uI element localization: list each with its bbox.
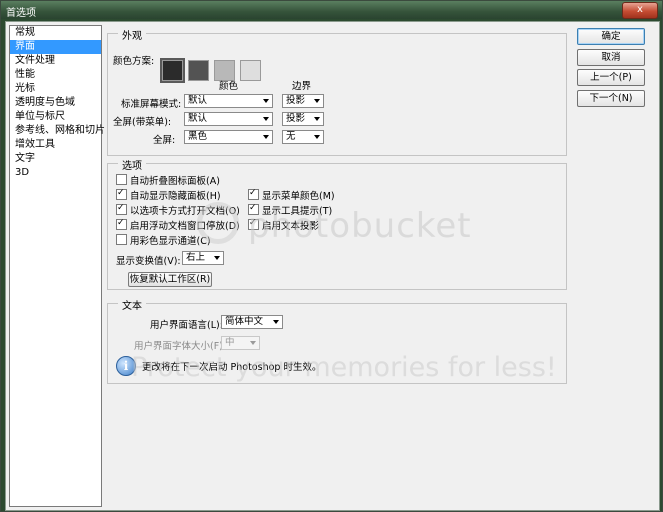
ui-font-size-select[interactable]: 中 (221, 336, 260, 350)
appearance-legend: 外观 (118, 27, 146, 42)
color-channels-checkbox[interactable]: 用彩色显示通道(C) (116, 234, 211, 247)
dropdown-arrow-icon (314, 117, 320, 121)
sidebar-item[interactable]: 透明度与色域 (10, 96, 101, 110)
transform-values-label: 显示变换值(V): (116, 256, 181, 267)
show-menu-colors-checkbox[interactable]: 显示菜单颜色(M) (248, 187, 335, 202)
fullscreen-color-select[interactable]: 黑色 (184, 130, 273, 144)
ui-language-select[interactable]: 简体中文 (221, 315, 283, 329)
checkbox-box[interactable] (116, 217, 127, 230)
close-button[interactable]: x (622, 2, 658, 19)
select-value: 投影 (286, 113, 306, 124)
sidebar-item[interactable]: 文件处理 (10, 54, 101, 68)
dropdown-arrow-icon (314, 99, 320, 103)
appearance-group: 外观 颜色方案: 颜色 边界 标准屏幕模式: 默认 投影 全屏(带菜单): 默认… (107, 27, 567, 156)
sidebar-item[interactable]: 增效工具 (10, 138, 101, 152)
dropdown-arrow-icon (263, 117, 269, 121)
ui-font-size-label: 用户界面字体大小(F): (134, 341, 227, 352)
select-value: 中 (225, 337, 235, 348)
border-column-header: 边界 (292, 81, 312, 92)
dropdown-arrow-icon (314, 135, 320, 139)
fullscreen-menu-border-select[interactable]: 投影 (282, 112, 324, 126)
title-bar: 首选项 x (1, 1, 662, 19)
dropdown-arrow-icon (263, 99, 269, 103)
sidebar-item[interactable]: 文字 (10, 152, 101, 166)
checkbox-box[interactable] (116, 202, 127, 215)
sidebar-item[interactable]: 界面 (10, 40, 101, 54)
auto-collapse-checkbox[interactable]: 自动折叠图标面板(A) (116, 174, 220, 187)
checkbox-box[interactable] (248, 187, 259, 200)
color-swatch-4[interactable] (240, 60, 261, 81)
sidebar-item[interactable]: 单位与标尺 (10, 110, 101, 124)
dropdown-arrow-icon (273, 320, 279, 324)
checkbox-label: 自动显示隐藏面板(H) (130, 191, 221, 202)
preferences-window: 首选项 x 常规 界面 文件处理 性能 光标 透明度与色域 单位与标尺 参考线、网格和切片 增效… (0, 0, 663, 512)
watermark-logo-icon (197, 202, 239, 244)
standard-screen-border-select[interactable]: 投影 (282, 94, 324, 108)
ok-button[interactable]: 确定 (577, 28, 645, 45)
fullscreen-menu-label: 全屏(带菜单): (113, 117, 172, 128)
color-swatch-1[interactable] (160, 58, 185, 83)
ui-language-label: 用户界面语言(L): (150, 320, 223, 331)
options-legend: 选项 (118, 157, 146, 172)
color-swatch-2[interactable] (188, 60, 209, 81)
prev-button[interactable]: 上一个(P) (577, 69, 645, 86)
select-value: 简体中文 (225, 316, 264, 327)
select-value: 投影 (286, 95, 306, 106)
window-title: 首选项 (6, 8, 36, 19)
checkbox-label: 显示菜单颜色(M) (262, 191, 335, 202)
sidebar-item[interactable]: 参考线、网格和切片 (10, 124, 105, 138)
dialog-client: 常规 界面 文件处理 性能 光标 透明度与色域 单位与标尺 参考线、网格和切片 增效工具 文字 3D… (5, 21, 660, 511)
fullscreen-menu-color-select[interactable]: 默认 (184, 112, 273, 126)
dropdown-arrow-icon (263, 135, 269, 139)
select-value: 默认 (188, 95, 208, 106)
checkbox-label: 自动折叠图标面板(A) (130, 176, 220, 187)
cancel-button[interactable]: 取消 (577, 49, 645, 66)
transform-values-select[interactable]: 右上 (182, 251, 224, 265)
watermark-text: photobucket (248, 206, 472, 246)
color-scheme-label: 颜色方案: (113, 56, 155, 67)
select-value: 右上 (186, 252, 206, 263)
dropdown-arrow-icon (214, 256, 220, 260)
watermark-tagline: Protect your memories for less! (131, 352, 557, 383)
color-column-header: 颜色 (219, 81, 239, 92)
checkbox-box[interactable] (116, 187, 127, 200)
reset-workspace-button[interactable]: 恢复默认工作区(R) (128, 272, 212, 287)
standard-screen-label: 标准屏幕模式: (121, 99, 182, 110)
sidebar-item[interactable]: 光标 (10, 82, 101, 96)
sidebar-item[interactable]: 3D (10, 166, 101, 180)
checkbox-box[interactable] (116, 234, 127, 245)
fullscreen-label: 全屏: (153, 135, 176, 146)
checkbox-label: 用彩色显示通道(C) (130, 236, 211, 247)
category-list[interactable]: 常规 界面 文件处理 性能 光标 透明度与色域 单位与标尺 参考线、网格和切片 增效工具 文字 3D (9, 25, 105, 507)
text-legend: 文本 (118, 297, 146, 312)
sidebar-item[interactable]: 性能 (10, 68, 101, 82)
standard-screen-color-select[interactable]: 默认 (184, 94, 273, 108)
dropdown-arrow-icon (250, 341, 256, 345)
select-value: 默认 (188, 113, 208, 124)
auto-show-hidden-checkbox[interactable]: 自动显示隐藏面板(H) (116, 187, 221, 202)
sidebar-item[interactable]: 常规 (10, 26, 101, 40)
select-value: 无 (286, 131, 296, 142)
next-button[interactable]: 下一个(N) (577, 90, 645, 107)
fullscreen-border-select[interactable]: 无 (282, 130, 324, 144)
select-value: 黑色 (188, 131, 208, 142)
checkbox-box[interactable] (116, 174, 127, 185)
